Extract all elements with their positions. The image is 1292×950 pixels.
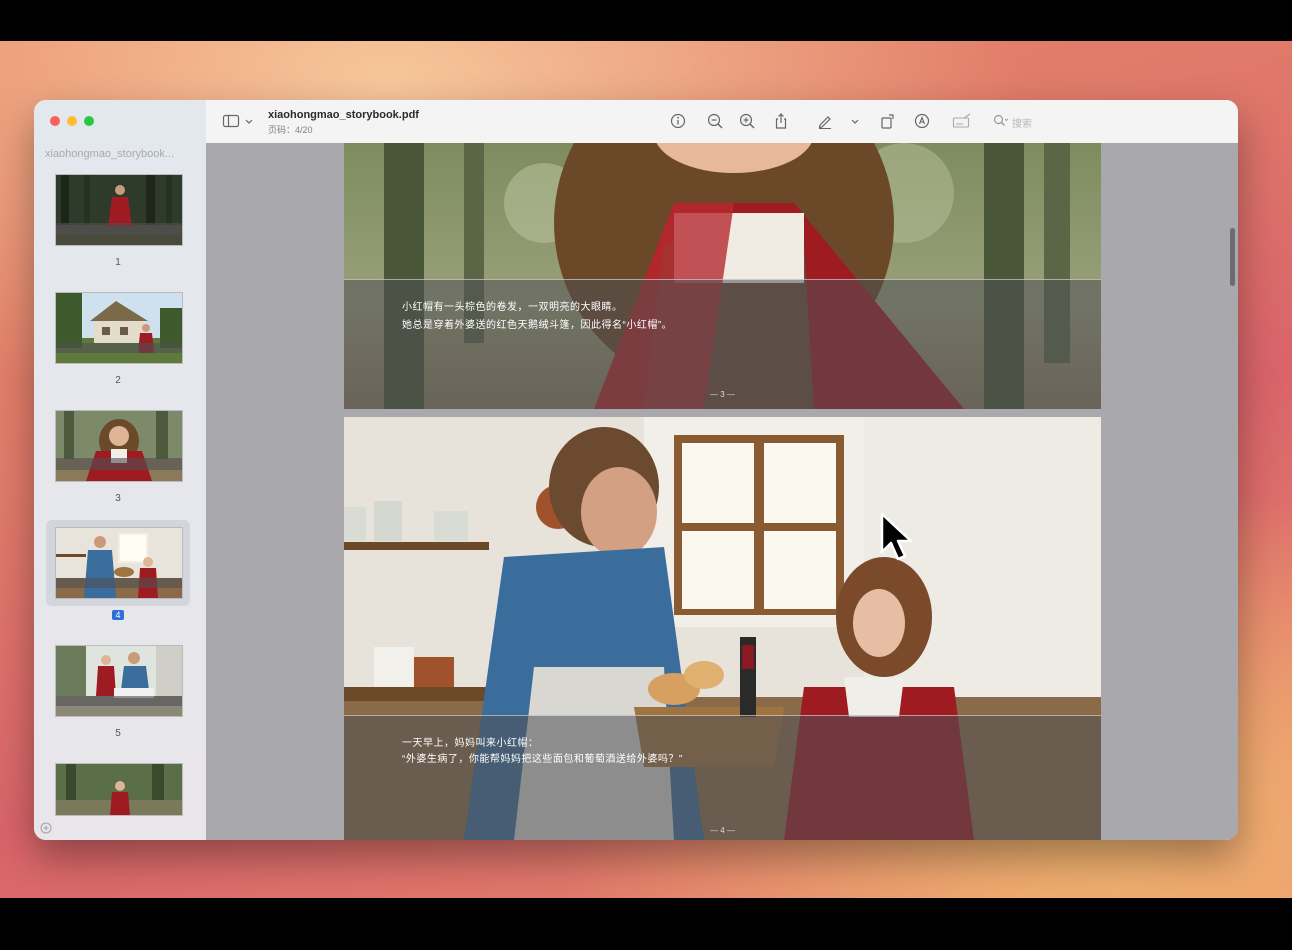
search-placeholder: 搜索 (1012, 119, 1032, 130)
signature-icon[interactable] (952, 112, 972, 130)
sidebar-toggle-icon[interactable] (222, 112, 240, 130)
sidebar-document-title: xiaohongmao_storybook... (45, 148, 175, 160)
page-indicator: 页码：4/20 (268, 125, 313, 135)
thumbnail-image[interactable] (55, 174, 183, 246)
share-icon[interactable] (772, 112, 790, 130)
vertical-scrollbar-thumb[interactable] (1230, 228, 1235, 286)
minimize-window-button[interactable] (67, 116, 77, 126)
highlight-pen-icon[interactable] (816, 112, 834, 130)
document-view[interactable]: 小红帽有一头棕色的卷发，一双明亮的大眼睛。 她总是穿着外婆送的红色天鹅绒斗篷，因… (206, 143, 1238, 840)
search-field[interactable]: 搜索 (990, 111, 1060, 131)
page-footer-number: — 3 — (710, 390, 735, 399)
toolbar: xiaohongmao_storybook.pdf 页码：4/20 搜索 (206, 100, 1238, 144)
preview-window: xiaohongmao_storybook... 1 2 3 4 5 xiaoh… (34, 100, 1238, 840)
markup-icon[interactable] (913, 112, 931, 130)
thumbnail-page-number: 5 (115, 728, 121, 739)
pdf-page-3: 小红帽有一头棕色的卷发，一双明亮的大眼睛。 她总是穿着外婆送的红色天鹅绒斗篷，因… (344, 143, 1101, 409)
info-icon[interactable] (669, 112, 687, 130)
thumbnail-image[interactable] (55, 410, 183, 482)
caption-line: 她总是穿着外婆送的红色天鹅绒斗篷，因此得名“小红帽”。 (402, 320, 673, 331)
thumbnail-image[interactable] (55, 645, 183, 717)
add-page-icon[interactable] (40, 822, 52, 834)
zoom-out-icon[interactable] (706, 112, 724, 130)
maximize-window-button[interactable] (84, 116, 94, 126)
thumbnail-page-number-selected: 4 (46, 610, 190, 621)
thumbnail-image[interactable] (55, 292, 183, 364)
thumbnail-page-number: 3 (115, 493, 121, 504)
chevron-down-icon[interactable] (850, 112, 860, 130)
caption-overlay: 一天早上，妈妈叫来小红帽： “外婆生病了，你能帮妈妈把这些面包和葡萄酒送给外婆吗… (344, 715, 1101, 840)
close-window-button[interactable] (50, 116, 60, 126)
thumbnail-sidebar: xiaohongmao_storybook... 1 2 3 4 5 (34, 100, 207, 840)
caption-overlay: 小红帽有一头棕色的卷发，一双明亮的大眼睛。 她总是穿着外婆送的红色天鹅绒斗篷，因… (344, 279, 1101, 409)
pdf-page-4: 一天早上，妈妈叫来小红帽： “外婆生病了，你能帮妈妈把这些面包和葡萄酒送给外婆吗… (344, 417, 1101, 840)
document-title: xiaohongmao_storybook.pdf (268, 109, 419, 121)
mouse-pointer-icon (880, 512, 913, 561)
chevron-down-icon[interactable] (244, 112, 254, 130)
zoom-in-icon[interactable] (738, 112, 756, 130)
caption-line: “外婆生病了，你能帮妈妈把这些面包和葡萄酒送给外婆吗？” (402, 754, 683, 765)
selected-page-badge: 4 (112, 610, 124, 620)
thumbnail-page-number: 2 (115, 375, 121, 386)
caption-line: 小红帽有一头棕色的卷发，一双明亮的大眼睛。 (402, 302, 623, 313)
search-icon (993, 114, 1008, 126)
thumbnail-image[interactable] (55, 527, 183, 599)
thumbnail-image[interactable] (55, 763, 183, 816)
thumbnail-page-number: 1 (115, 257, 121, 268)
caption-line: 一天早上，妈妈叫来小红帽： (402, 738, 539, 749)
page-footer-number: — 4 — (710, 826, 735, 835)
rotate-icon[interactable] (879, 112, 897, 130)
